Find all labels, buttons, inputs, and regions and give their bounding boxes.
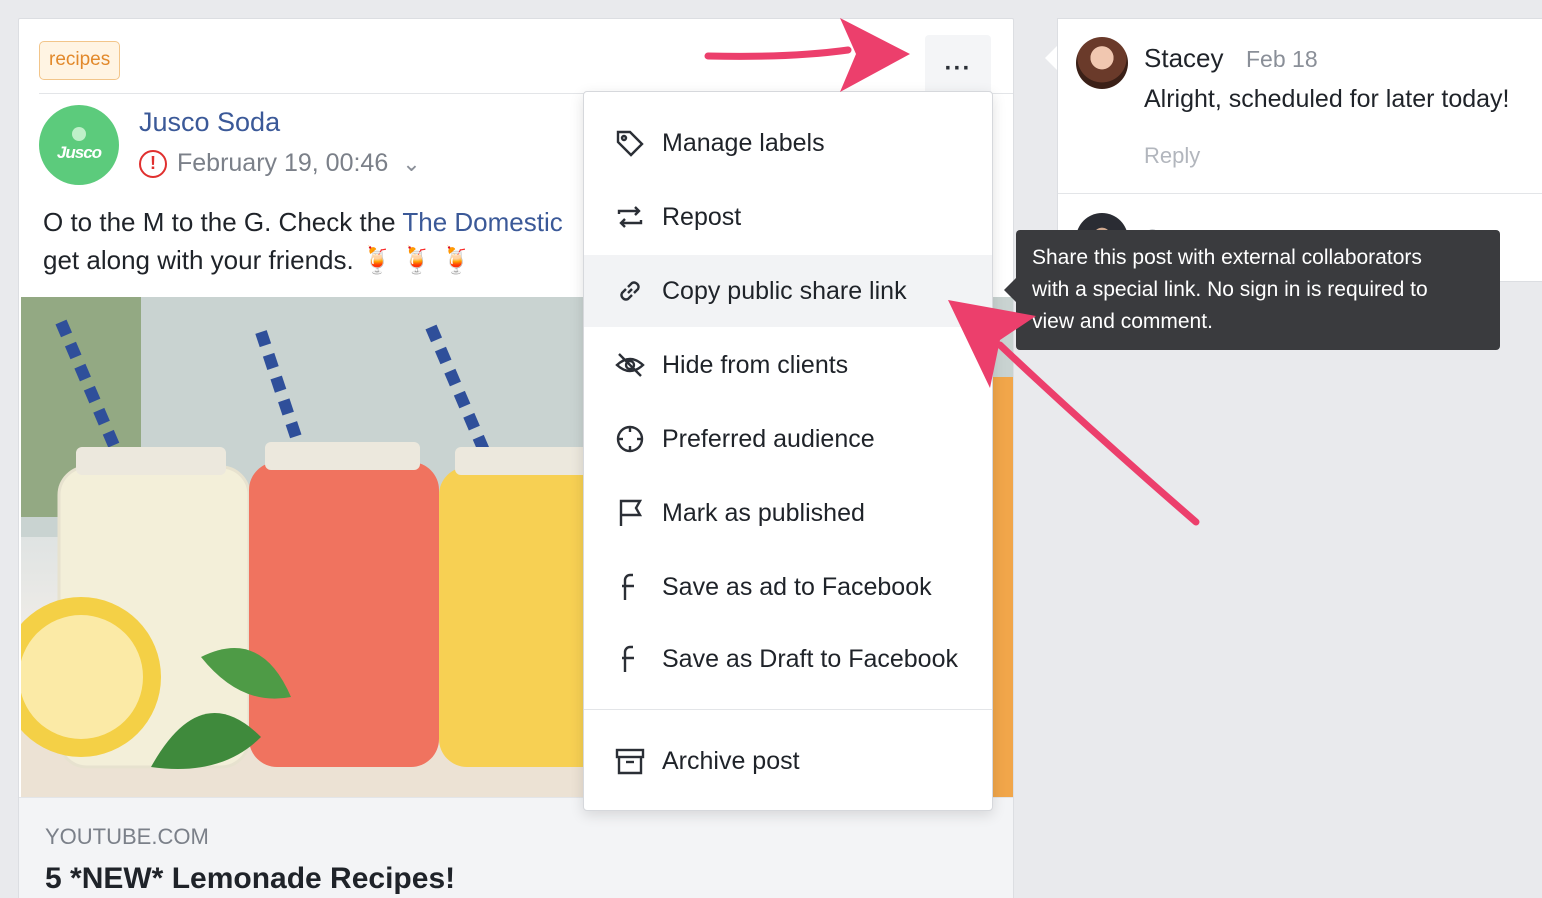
menu-item-label: Mark as published xyxy=(662,498,865,527)
menu-item-save-ad-facebook[interactable]: Save as ad to Facebook xyxy=(584,551,992,623)
flag-icon xyxy=(612,495,648,531)
menu-item-save-draft-facebook[interactable]: Save as Draft to Facebook xyxy=(584,623,992,695)
menu-item-manage-labels[interactable]: Manage labels xyxy=(584,107,992,179)
post-text-link[interactable]: The Domestic xyxy=(402,207,562,237)
account-avatar: Jusco xyxy=(39,105,119,185)
lime-logo-icon xyxy=(72,127,86,141)
menu-item-repost[interactable]: Repost xyxy=(584,181,992,253)
post-text-line2: get along with your friends. 🍹 🍹 🍹 xyxy=(43,245,473,275)
menu-divider xyxy=(584,709,992,710)
more-options-icon: ··· xyxy=(944,55,972,82)
menu-item-copy-share-link[interactable]: Copy public share link xyxy=(584,255,992,327)
post-date: February 19, 00:46 xyxy=(177,149,389,177)
link-domain: YOUTUBE.COM xyxy=(45,824,209,849)
menu-item-preferred-audience[interactable]: Preferred audience xyxy=(584,403,992,475)
divider xyxy=(1058,193,1542,194)
menu-item-label: Copy public share link xyxy=(662,276,907,305)
facebook-icon xyxy=(612,569,648,605)
avatar xyxy=(1076,37,1128,89)
target-icon xyxy=(612,421,648,457)
menu-item-hide-from-clients[interactable]: Hide from clients xyxy=(584,329,992,401)
post-text: O to the M to the G. Check the The Domes… xyxy=(43,203,603,279)
menu-item-label: Save as Draft to Facebook xyxy=(662,644,958,673)
menu-item-label: Archive post xyxy=(662,746,800,775)
reply-link[interactable]: Reply xyxy=(1144,143,1200,169)
link-title: 5 *NEW* Lemonade Recipes! xyxy=(45,862,456,895)
link-preview[interactable]: YOUTUBE.COM 5 *NEW* Lemonade Recipes! xyxy=(19,797,1013,898)
brand-logo-text: Jusco xyxy=(56,143,102,162)
label-chip[interactable]: recipes xyxy=(39,41,121,80)
tooltip-caret xyxy=(1004,278,1016,302)
menu-item-label: Save as ad to Facebook xyxy=(662,572,932,601)
facebook-icon xyxy=(612,641,648,677)
tooltip-line: with a special link. No sign in is requi… xyxy=(1032,278,1428,301)
comment-date: Feb 18 xyxy=(1246,46,1318,72)
tooltip-line: view and comment. xyxy=(1032,310,1213,333)
menu-item-label: Repost xyxy=(662,202,742,231)
link-icon xyxy=(612,273,648,309)
menu-item-mark-published[interactable]: Mark as published xyxy=(584,477,992,549)
menu-item-label: Hide from clients xyxy=(662,350,849,379)
tooltip-line: Share this post with external collaborat… xyxy=(1032,246,1422,269)
menu-item-label: Manage labels xyxy=(662,128,825,157)
post-options-menu: Manage labels Repost Copy public share l… xyxy=(583,91,993,811)
warning-icon: ! xyxy=(139,149,167,178)
comments-caret xyxy=(1045,46,1057,70)
comment-author: Stacey xyxy=(1144,43,1224,73)
post-text-intro: O to the M to the G. Check the xyxy=(43,207,403,237)
account-name[interactable]: Jusco Soda xyxy=(139,107,280,138)
tag-icon xyxy=(612,125,648,161)
repost-icon xyxy=(612,199,648,235)
eye-off-icon xyxy=(612,347,648,383)
menu-item-label: Preferred audience xyxy=(662,424,875,453)
post-date-row[interactable]: ! February 19, 00:46 ⌄ xyxy=(139,149,421,178)
share-link-tooltip: Share this post with external collaborat… xyxy=(1016,230,1500,350)
comment-text: Alright, scheduled for later today! xyxy=(1144,85,1510,113)
menu-item-archive-post[interactable]: Archive post xyxy=(584,725,992,797)
archive-icon xyxy=(612,743,648,779)
chevron-down-icon[interactable]: ⌄ xyxy=(402,151,420,177)
